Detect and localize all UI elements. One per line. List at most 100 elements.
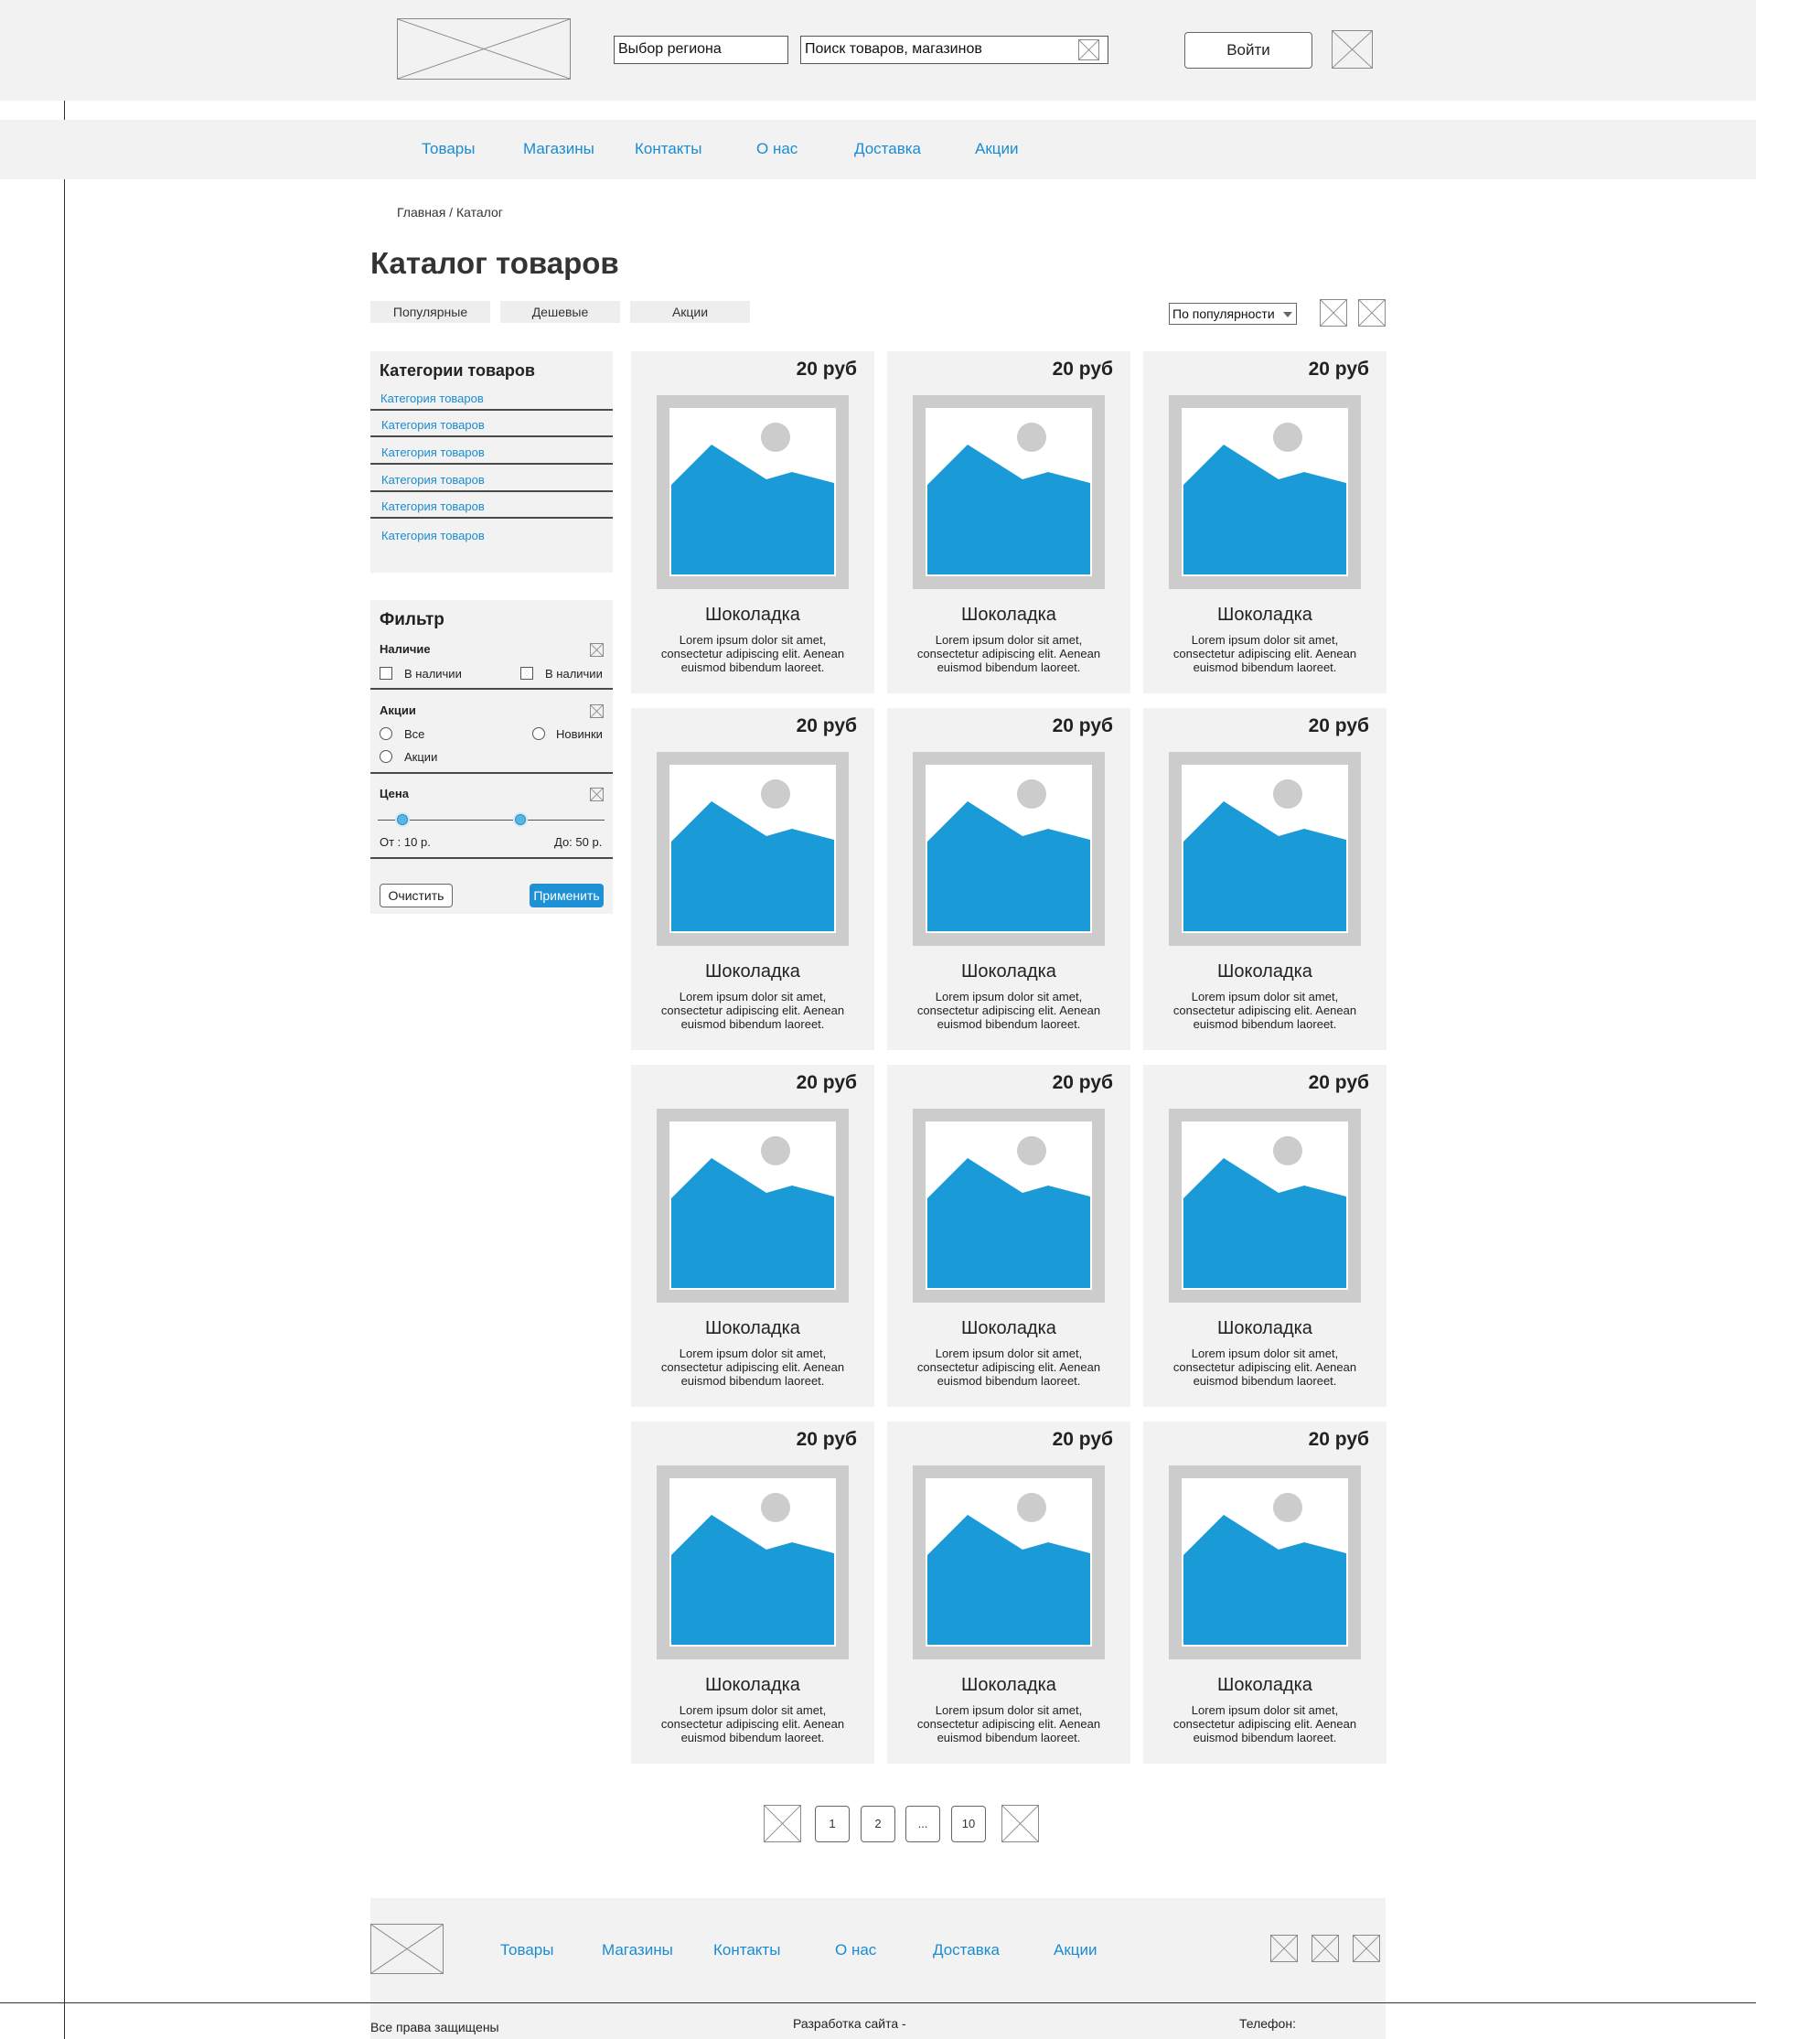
region-select[interactable]: Выбор региона (614, 36, 788, 64)
social-icon-1[interactable] (1270, 1935, 1298, 1962)
grid-view-icon[interactable] (1320, 299, 1347, 327)
footer-nav-shops[interactable]: Магазины (602, 1941, 673, 1959)
promo-radio-sale[interactable] (380, 750, 392, 763)
filter-divider (370, 688, 613, 690)
product-name[interactable]: Шоколадка (1143, 1675, 1386, 1696)
product-description: Lorem ipsum dolor sit amet, consectetur … (1172, 1347, 1357, 1388)
breadcrumb[interactable]: Главная / Каталог (397, 205, 503, 220)
product-image-frame (1169, 1465, 1361, 1659)
category-link[interactable]: Категория товаров (381, 473, 485, 487)
product-card[interactable]: 20 руб Шоколадка Lorem ipsum dolor sit ame… (887, 351, 1130, 693)
product-price: 20 руб (1308, 359, 1369, 380)
nav-item-contacts[interactable]: Контакты (635, 140, 701, 158)
social-icon-2[interactable] (1311, 1935, 1339, 1962)
nav-item-delivery[interactable]: Доставка (854, 140, 921, 158)
footer-nav-promo[interactable]: Акции (1054, 1941, 1097, 1959)
product-image-icon[interactable] (926, 1478, 1092, 1647)
product-image-icon[interactable] (669, 1478, 836, 1647)
product-name[interactable]: Шоколадка (887, 1318, 1130, 1339)
promo-radio-new[interactable] (532, 727, 545, 740)
quick-filter-promo[interactable]: Акции (630, 301, 750, 323)
category-link[interactable]: Категория товаров (381, 418, 485, 432)
product-description: Lorem ipsum dolor sit amet, consectetur … (916, 633, 1101, 674)
product-card[interactable]: 20 руб Шоколадка Lorem ipsum dolor sit ame… (1143, 351, 1386, 693)
footer-nav-contacts[interactable]: Контакты (713, 1941, 780, 1959)
logo-placeholder[interactable] (397, 18, 571, 80)
product-image-icon[interactable] (1182, 1121, 1348, 1290)
product-image-frame (1169, 752, 1361, 946)
availability-checkbox-2[interactable] (520, 667, 533, 680)
product-card[interactable]: 20 руб Шоколадка Lorem ipsum dolor sit ame… (887, 708, 1130, 1050)
footer-nav-delivery[interactable]: Доставка (933, 1941, 1000, 1959)
footer-nav-about[interactable]: О нас (835, 1941, 876, 1959)
product-card[interactable]: 20 руб Шоколадка Lorem ipsum dolor sit ame… (1143, 708, 1386, 1050)
product-image-icon[interactable] (1182, 1478, 1348, 1647)
product-card[interactable]: 20 руб Шоколадка Lorem ipsum dolor sit ame… (631, 708, 874, 1050)
sort-select[interactable]: По популярности (1169, 303, 1297, 325)
product-name[interactable]: Шоколадка (887, 961, 1130, 982)
nav-item-promo[interactable]: Акции (975, 140, 1019, 158)
social-icon-3[interactable] (1353, 1935, 1380, 1962)
product-name[interactable]: Шоколадка (631, 605, 874, 626)
availability-reset-icon[interactable] (590, 643, 604, 657)
nav-item-goods[interactable]: Товары (422, 140, 475, 158)
product-image-icon[interactable] (669, 1121, 836, 1290)
product-description: Lorem ipsum dolor sit amet, consectetur … (1172, 1703, 1357, 1744)
product-name[interactable]: Шоколадка (887, 1675, 1130, 1696)
product-name[interactable]: Шоколадка (1143, 605, 1386, 626)
clear-filter-button[interactable]: Очистить (380, 884, 453, 907)
quick-filter-cheap[interactable]: Дешевые (500, 301, 620, 323)
category-link[interactable]: Категория товаров (381, 445, 485, 459)
product-image-icon[interactable] (926, 765, 1092, 933)
price-slider-track[interactable] (378, 820, 605, 821)
footer-logo-placeholder[interactable] (370, 1924, 444, 1974)
next-page-icon[interactable] (1001, 1805, 1039, 1842)
page-button-2[interactable]: 2 (861, 1806, 895, 1842)
login-button[interactable]: Войти (1184, 32, 1312, 69)
availability-checkbox-1[interactable] (380, 667, 392, 680)
product-card[interactable]: 20 руб Шоколадка Lorem ipsum dolor sit ame… (887, 1065, 1130, 1407)
category-link[interactable]: Категория товаров (380, 392, 484, 405)
promo-reset-icon[interactable] (590, 704, 604, 718)
product-image-icon[interactable] (669, 765, 836, 933)
cart-icon[interactable] (1332, 30, 1373, 69)
promo-radio-all[interactable] (380, 727, 392, 740)
product-price: 20 руб (796, 1429, 857, 1450)
product-card[interactable]: 20 руб Шоколадка Lorem ipsum dolor sit ame… (1143, 1065, 1386, 1407)
category-divider (370, 435, 613, 437)
apply-filter-button[interactable]: Применить (530, 884, 604, 907)
page-button-1[interactable]: 1 (815, 1806, 850, 1842)
product-description: Lorem ipsum dolor sit amet, consectetur … (916, 1703, 1101, 1744)
product-card[interactable]: 20 руб Шоколадка Lorem ipsum dolor sit ame… (1143, 1422, 1386, 1764)
page-button-10[interactable]: 10 (951, 1806, 986, 1842)
product-name[interactable]: Шоколадка (631, 1675, 874, 1696)
product-image-icon[interactable] (1182, 408, 1348, 576)
product-image-icon[interactable] (669, 408, 836, 576)
quick-filter-popular[interactable]: Популярные (370, 301, 490, 323)
search-input[interactable]: Поиск товаров, магазинов (800, 36, 1108, 64)
product-card[interactable]: 20 руб Шоколадка Lorem ipsum dolor sit ame… (631, 351, 874, 693)
product-name[interactable]: Шоколадка (887, 605, 1130, 626)
category-link[interactable]: Категория товаров (381, 529, 485, 542)
product-name[interactable]: Шоколадка (631, 1318, 874, 1339)
product-image-icon[interactable] (1182, 765, 1348, 933)
product-card[interactable]: 20 руб Шоколадка Lorem ipsum dolor sit ame… (631, 1422, 874, 1764)
nav-item-about[interactable]: О нас (756, 140, 798, 158)
nav-item-shops[interactable]: Магазины (523, 140, 594, 158)
product-card[interactable]: 20 руб Шоколадка Lorem ipsum dolor sit ame… (631, 1065, 874, 1407)
product-name[interactable]: Шоколадка (1143, 961, 1386, 982)
price-reset-icon[interactable] (590, 788, 604, 801)
search-icon[interactable] (1078, 39, 1099, 60)
list-view-icon[interactable] (1358, 299, 1386, 327)
product-card[interactable]: 20 руб Шоколадка Lorem ipsum dolor sit ame… (887, 1422, 1130, 1764)
product-description: Lorem ipsum dolor sit amet, consectetur … (1172, 633, 1357, 674)
product-image-icon[interactable] (926, 408, 1092, 576)
product-name[interactable]: Шоколадка (631, 961, 874, 982)
product-price: 20 руб (1308, 1429, 1369, 1450)
product-image-icon[interactable] (926, 1121, 1092, 1290)
product-description: Lorem ipsum dolor sit amet, consectetur … (660, 1703, 845, 1744)
prev-page-icon[interactable] (764, 1805, 801, 1842)
category-link[interactable]: Категория товаров (381, 499, 485, 513)
footer-nav-goods[interactable]: Товары (500, 1941, 553, 1959)
product-name[interactable]: Шоколадка (1143, 1318, 1386, 1339)
